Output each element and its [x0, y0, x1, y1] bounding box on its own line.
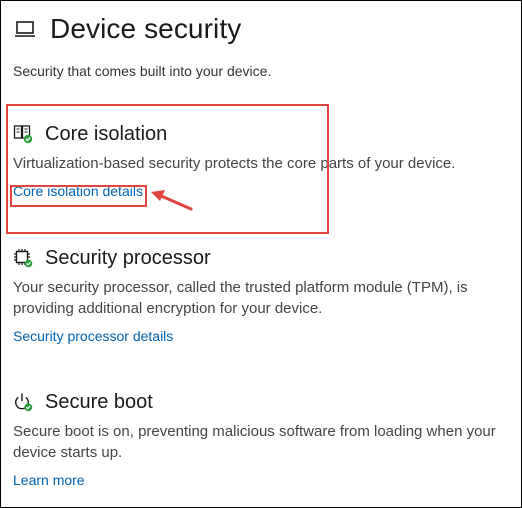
power-icon [13, 392, 33, 412]
section-title: Security processor [45, 246, 211, 269]
learn-more-link[interactable]: Learn more [13, 472, 85, 488]
page-title: Device security [50, 13, 242, 44]
section-secure-boot: Secure boot Secure boot is on, preventin… [13, 389, 513, 490]
annotation-arrow-icon [151, 190, 193, 211]
section-description: Your security processor, called the trus… [13, 279, 468, 317]
section-description: Secure boot is on, preventing malicious … [13, 423, 496, 461]
laptop-icon [14, 18, 36, 40]
chip-icon [13, 248, 33, 268]
section-security-processor: Security processor Your security process… [13, 245, 513, 346]
annotation-link-box [10, 185, 147, 207]
page-subtitle: Security that comes built into your devi… [13, 63, 272, 79]
page-header: Device security [14, 13, 241, 45]
security-processor-details-link[interactable]: Security processor details [13, 328, 173, 344]
window-frame: Device security Security that comes buil… [0, 0, 522, 508]
section-title: Secure boot [45, 390, 153, 413]
